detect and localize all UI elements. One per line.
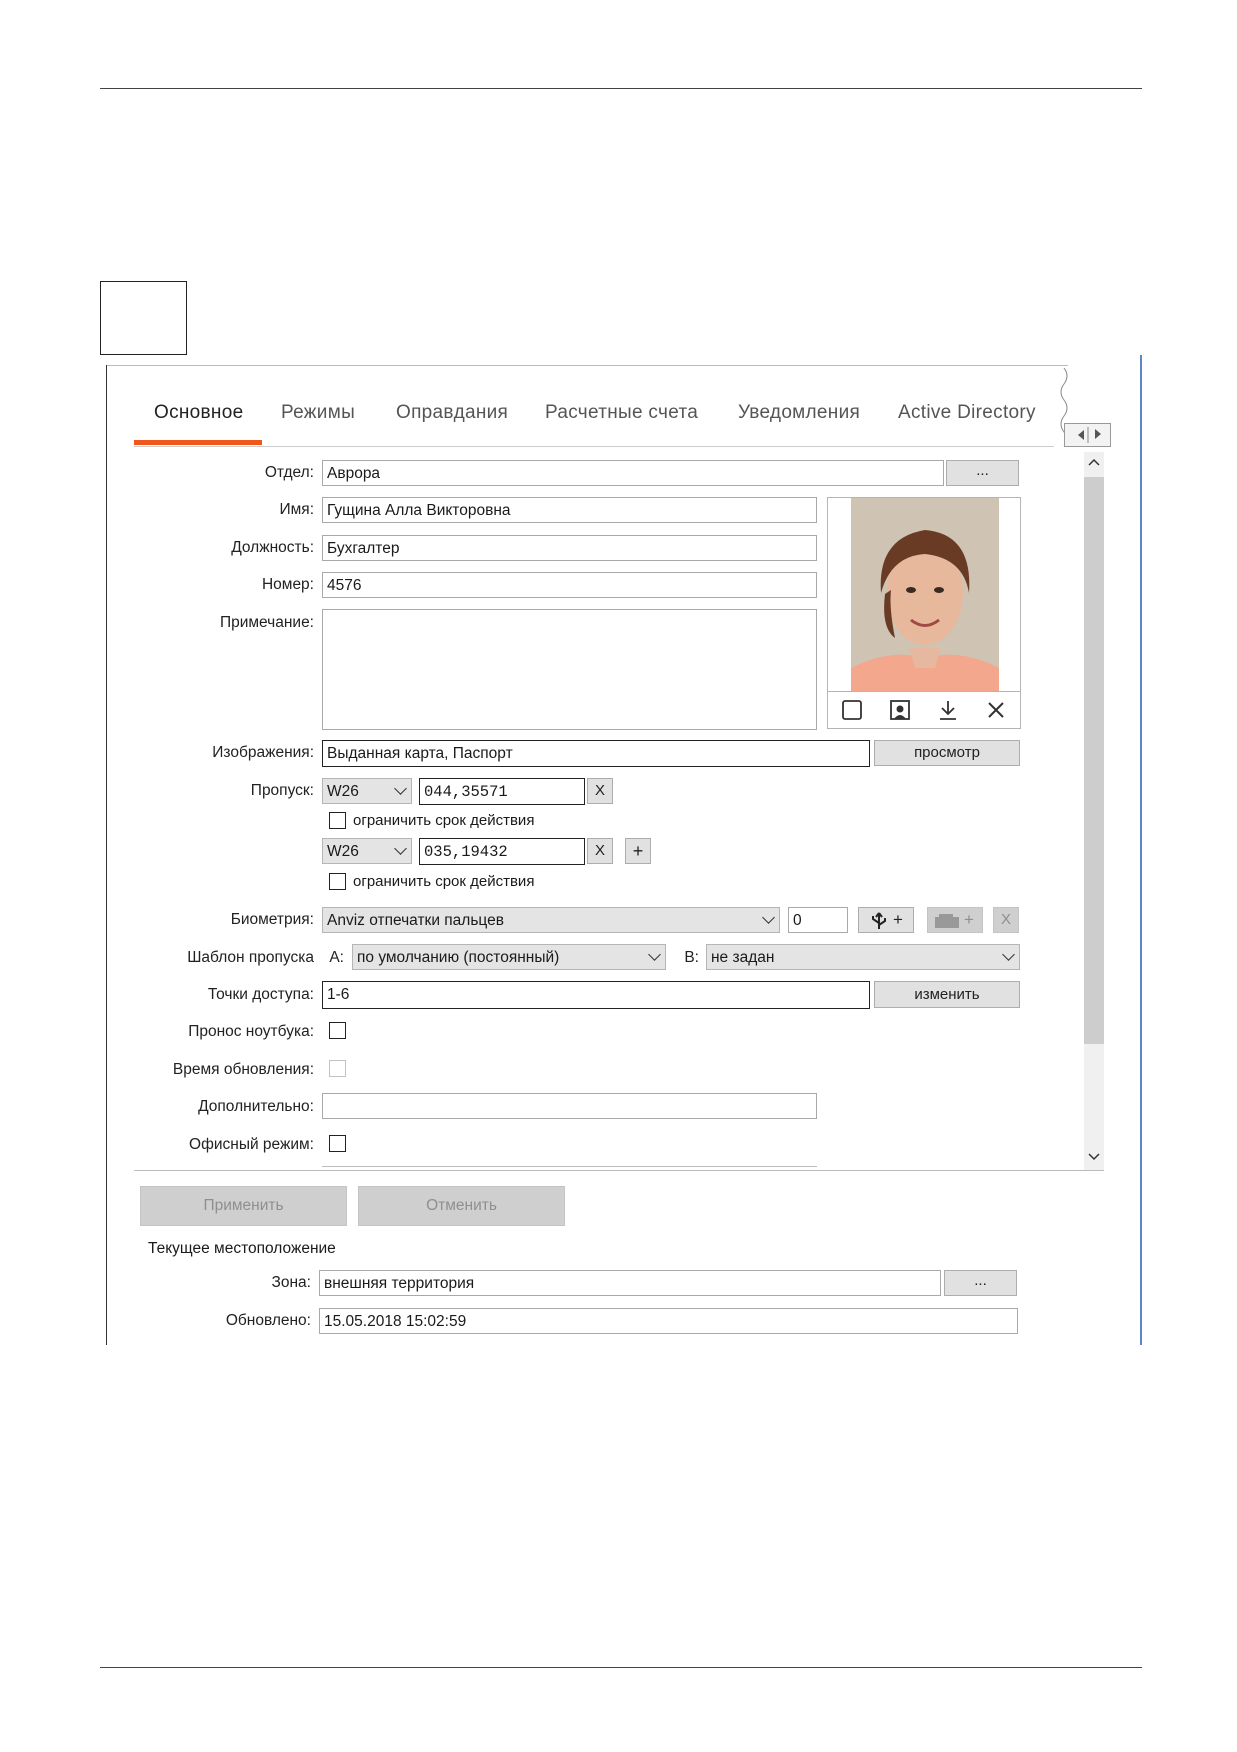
zone-browse-button[interactable]: ...: [944, 1270, 1017, 1296]
name-field[interactable]: Гущина Алла Викторовна: [322, 497, 817, 523]
pass-code-field-1[interactable]: 044,35571: [419, 778, 585, 805]
office-mode-checkbox[interactable]: [329, 1135, 346, 1152]
number-label: Номер:: [261, 576, 314, 593]
cancel-button[interactable]: Отменить: [358, 1186, 565, 1226]
access-points-label: Точки доступа:: [207, 986, 314, 1003]
pass-add-button[interactable]: +: [625, 838, 651, 864]
tabs-divider: [134, 446, 1054, 447]
biometry-device-add-label: +: [964, 910, 974, 929]
pass-format-select-2[interactable]: W26: [322, 838, 412, 864]
biometry-count-field[interactable]: 0: [788, 907, 848, 933]
additional-field[interactable]: [322, 1093, 817, 1119]
laptop-label: Пронос ноутбука:: [188, 1023, 314, 1040]
additional-label: Дополнительно:: [198, 1098, 314, 1115]
blank-icon[interactable]: [840, 698, 864, 722]
window-right-edge: [1140, 355, 1142, 1345]
note-textarea[interactable]: [322, 609, 817, 730]
close-icon[interactable]: [984, 698, 1008, 722]
office-mode-label: Офисный режим:: [189, 1136, 314, 1153]
access-points-change-button[interactable]: изменить: [874, 981, 1020, 1008]
note-label: Примечание:: [219, 614, 314, 631]
tab-notifications[interactable]: Уведомления: [738, 402, 860, 424]
template-b-label: В:: [684, 949, 699, 966]
photo-toolbar-divider: [828, 691, 1020, 692]
pass-label: Пропуск:: [250, 782, 314, 799]
page-header-rule: [100, 88, 1142, 89]
images-label: Изображения:: [212, 744, 314, 761]
template-b-select[interactable]: не задан: [706, 944, 1020, 970]
pass-format-value: W26: [327, 843, 359, 860]
window-left-edge: [106, 365, 107, 1345]
pass-limit-label-2: ограничить срок действия: [353, 873, 535, 890]
pass-limit-label-1: ограничить срок действия: [353, 812, 535, 829]
pass-remove-button-2[interactable]: X: [587, 838, 613, 864]
chevron-down-icon: [394, 842, 407, 855]
access-points-field[interactable]: 1-6: [322, 981, 870, 1009]
pass-format-value: W26: [327, 783, 359, 800]
form-bottom-divider: [134, 1170, 1104, 1171]
pass-limit-checkbox-1[interactable]: [329, 812, 346, 829]
update-time-checkbox: [329, 1060, 346, 1077]
page-corner-box: [100, 281, 187, 355]
biometry-usb-add-button[interactable]: +: [858, 907, 914, 933]
template-b-value: не задан: [711, 949, 775, 966]
zone-label: Зона:: [271, 1274, 311, 1291]
department-browse-button[interactable]: ...: [946, 460, 1019, 486]
employee-photo: [851, 498, 999, 691]
download-icon[interactable]: [936, 698, 960, 722]
apply-button[interactable]: Применить: [140, 1186, 347, 1226]
biometry-select[interactable]: Anviz отпечатки пальцев: [322, 907, 780, 933]
template-a-value: по умолчанию (постоянный): [357, 949, 560, 966]
tab-main[interactable]: Основное: [154, 402, 243, 424]
usb-icon: [872, 912, 886, 929]
biometry-value: Anviz отпечатки пальцев: [327, 912, 504, 929]
photo-panel: [827, 497, 1021, 729]
updated-label: Обновлено:: [225, 1312, 311, 1329]
template-a-label: А:: [329, 949, 344, 966]
images-field[interactable]: Выданная карта, Паспорт: [322, 740, 870, 767]
images-view-button[interactable]: просмотр: [874, 740, 1020, 766]
number-field[interactable]: 4576: [322, 572, 817, 598]
pass-remove-button-1[interactable]: X: [587, 778, 613, 804]
zone-field[interactable]: внешняя территория: [319, 1270, 941, 1296]
page-footer-rule: [100, 1667, 1142, 1668]
template-a-select[interactable]: по умолчанию (постоянный): [352, 944, 666, 970]
biometry-label: Биометрия:: [230, 911, 314, 928]
chevron-down-icon: [394, 782, 407, 795]
portrait-icon[interactable]: [888, 698, 912, 722]
pass-format-select-1[interactable]: W26: [322, 778, 412, 804]
chevron-down-icon: [762, 911, 775, 924]
active-tab-indicator: [134, 440, 262, 445]
tab-modes[interactable]: Режимы: [281, 402, 355, 424]
window-top-edge: [106, 365, 1068, 366]
biometry-device-add-button: +: [927, 907, 983, 933]
update-time-label: Время обновления:: [172, 1061, 314, 1078]
pass-limit-checkbox-2[interactable]: [329, 873, 346, 890]
template-label: Шаблон пропуска: [187, 949, 314, 966]
chevron-down-icon: [648, 948, 661, 961]
device-icon: [935, 914, 959, 928]
tab-accounts[interactable]: Расчетные счета: [545, 402, 698, 424]
location-title: Текущее местоположение: [148, 1240, 336, 1257]
chevron-down-icon: [1002, 948, 1015, 961]
biometry-remove-button: X: [993, 907, 1019, 933]
position-field[interactable]: Бухгалтер: [322, 535, 817, 561]
laptop-checkbox[interactable]: [329, 1022, 346, 1039]
department-field[interactable]: Аврора: [322, 460, 944, 486]
updated-field[interactable]: 15.05.2018 15:02:59: [319, 1308, 1018, 1334]
scrollbar-thumb[interactable]: [1084, 477, 1104, 1044]
tab-excuses[interactable]: Оправдания: [396, 402, 508, 424]
biometry-add-label: +: [893, 910, 903, 929]
department-label: Отдел:: [264, 464, 314, 481]
tab-active-directory[interactable]: Active Directory: [898, 402, 1036, 424]
pass-code-field-2[interactable]: 035,19432: [419, 838, 585, 865]
tab-scroll-right-icon[interactable]: [1087, 423, 1109, 445]
scroll-down-icon[interactable]: [1087, 1150, 1101, 1164]
name-label: Имя:: [279, 501, 315, 518]
position-label: Должность:: [231, 539, 314, 556]
scroll-up-icon[interactable]: [1087, 455, 1101, 469]
